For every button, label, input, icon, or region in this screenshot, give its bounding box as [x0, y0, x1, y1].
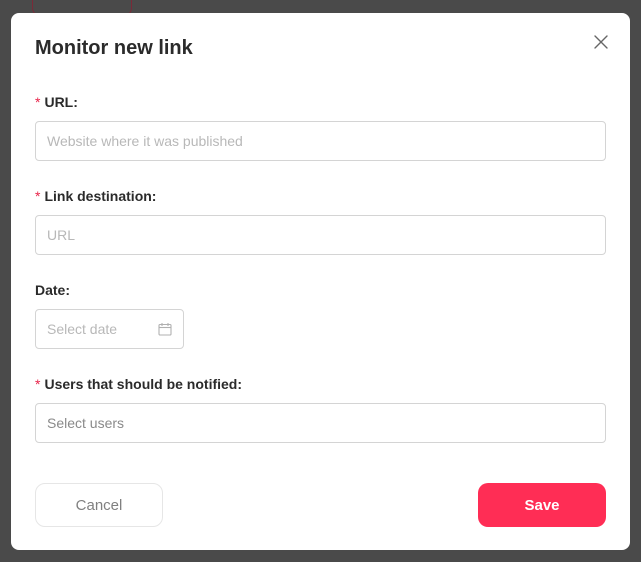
required-marker: * — [35, 188, 41, 204]
link-destination-label: * Link destination: — [35, 188, 156, 204]
close-icon — [594, 35, 608, 49]
required-marker: * — [35, 94, 41, 110]
url-label-text: URL: — [44, 94, 78, 110]
users-label-text: Users that should be notified: — [44, 376, 243, 392]
modal-title: Monitor new link — [35, 37, 193, 59]
link-destination-label-text: Link destination: — [44, 188, 157, 204]
users-label: * Users that should be notified: — [35, 376, 242, 392]
users-placeholder: Select users — [47, 415, 125, 431]
url-label: * URL: — [35, 94, 78, 110]
close-button[interactable] — [591, 32, 611, 52]
date-picker[interactable]: Select date — [35, 309, 184, 349]
save-button[interactable]: Save — [478, 483, 606, 527]
required-marker: * — [35, 376, 41, 392]
users-select[interactable]: Select users — [35, 403, 606, 443]
calendar-icon — [158, 323, 172, 336]
date-placeholder: Select date — [47, 321, 118, 337]
date-label-text: Date: — [35, 282, 71, 298]
date-label: Date: — [35, 282, 70, 298]
cancel-button[interactable]: Cancel — [35, 483, 163, 527]
url-input[interactable] — [35, 121, 606, 161]
link-destination-input[interactable] — [35, 215, 606, 255]
monitor-link-modal: Monitor new link *URL: *Link destination… — [11, 13, 630, 550]
